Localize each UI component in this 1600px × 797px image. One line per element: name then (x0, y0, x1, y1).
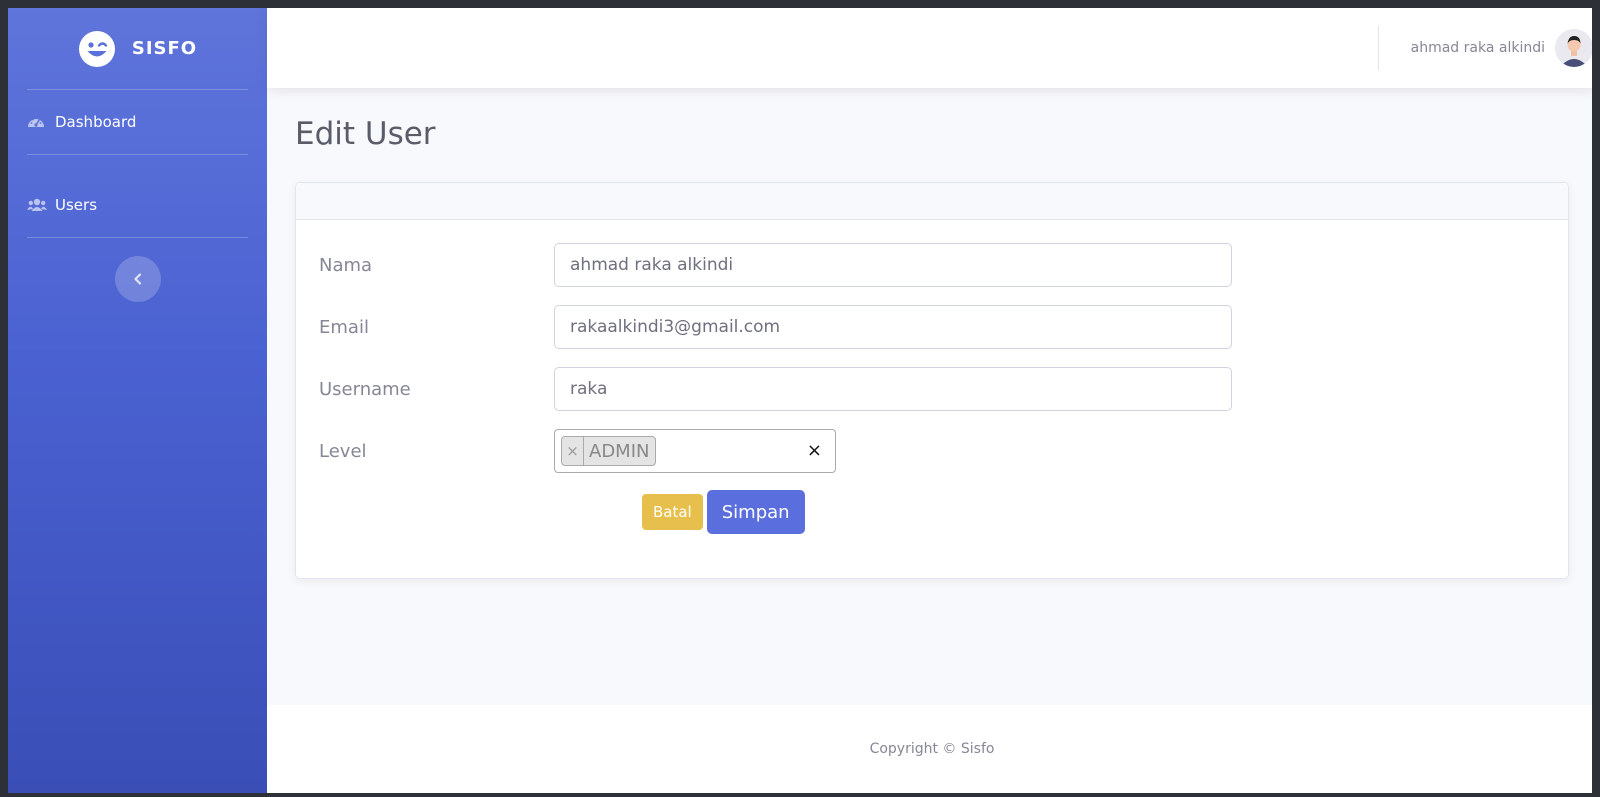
username-label: Username (319, 378, 411, 400)
topbar: ahmad raka alkindi (267, 8, 1592, 88)
nama-input[interactable] (554, 243, 1232, 287)
tachometer-icon (27, 113, 45, 131)
sidebar-item-label: Users (55, 196, 98, 214)
users-icon (27, 196, 47, 214)
page-title: Edit User (295, 116, 436, 152)
chevron-left-icon (133, 270, 143, 289)
copyright-text: Copyright © Sisfo (869, 741, 995, 757)
topbar-divider (1377, 26, 1379, 70)
footer: Copyright © Sisfo (267, 705, 1592, 793)
app-window: SISFO Dashboard Users ahmad raka alkindi… (8, 8, 1592, 793)
topbar-user-name[interactable]: ahmad raka alkindi (1411, 40, 1545, 56)
email-input[interactable] (554, 305, 1232, 349)
tag-remove-icon[interactable]: × (562, 437, 584, 465)
sidebar-toggle-button[interactable] (114, 256, 161, 302)
nama-label: Nama (319, 254, 373, 276)
user-avatar[interactable] (1555, 29, 1592, 67)
content: Edit User Nama Email Username (267, 88, 1592, 705)
sidebar-brand[interactable]: SISFO (8, 8, 267, 89)
laugh-wink-icon (78, 30, 116, 68)
form-row-nama: Nama (319, 243, 1545, 287)
username-input[interactable] (554, 367, 1232, 411)
form-row-level: Level × ADMIN × (319, 429, 1545, 473)
level-tag-admin: × ADMIN (561, 436, 657, 466)
sidebar-item-label: Dashboard (55, 113, 137, 131)
sidebar-toggle-wrap (8, 238, 267, 302)
clear-icon[interactable]: × (807, 440, 822, 462)
form-row-email: Email (319, 305, 1545, 349)
form-actions: Batal Simpan (319, 490, 1545, 534)
card-header (296, 183, 1568, 220)
main-area: ahmad raka alkindi Edit User Nama ahmad … (267, 8, 1592, 793)
sidebar-item-users[interactable]: Users (8, 155, 267, 237)
card-body: Nama Email Username Level (296, 220, 1568, 534)
save-button[interactable]: Simpan (706, 490, 805, 534)
cancel-button[interactable]: Batal (642, 494, 703, 530)
sidebar: SISFO Dashboard Users (8, 8, 267, 793)
form-row-username: Username (319, 367, 1545, 411)
brand-name: SISFO (131, 38, 198, 59)
sidebar-item-dashboard[interactable]: Dashboard (8, 90, 267, 154)
tag-label: ADMIN (589, 440, 650, 462)
edit-user-card: Nama Email Username Level (295, 182, 1569, 579)
level-label: Level (319, 440, 367, 462)
level-select[interactable]: × ADMIN × (554, 429, 836, 473)
email-label: Email (319, 316, 369, 338)
